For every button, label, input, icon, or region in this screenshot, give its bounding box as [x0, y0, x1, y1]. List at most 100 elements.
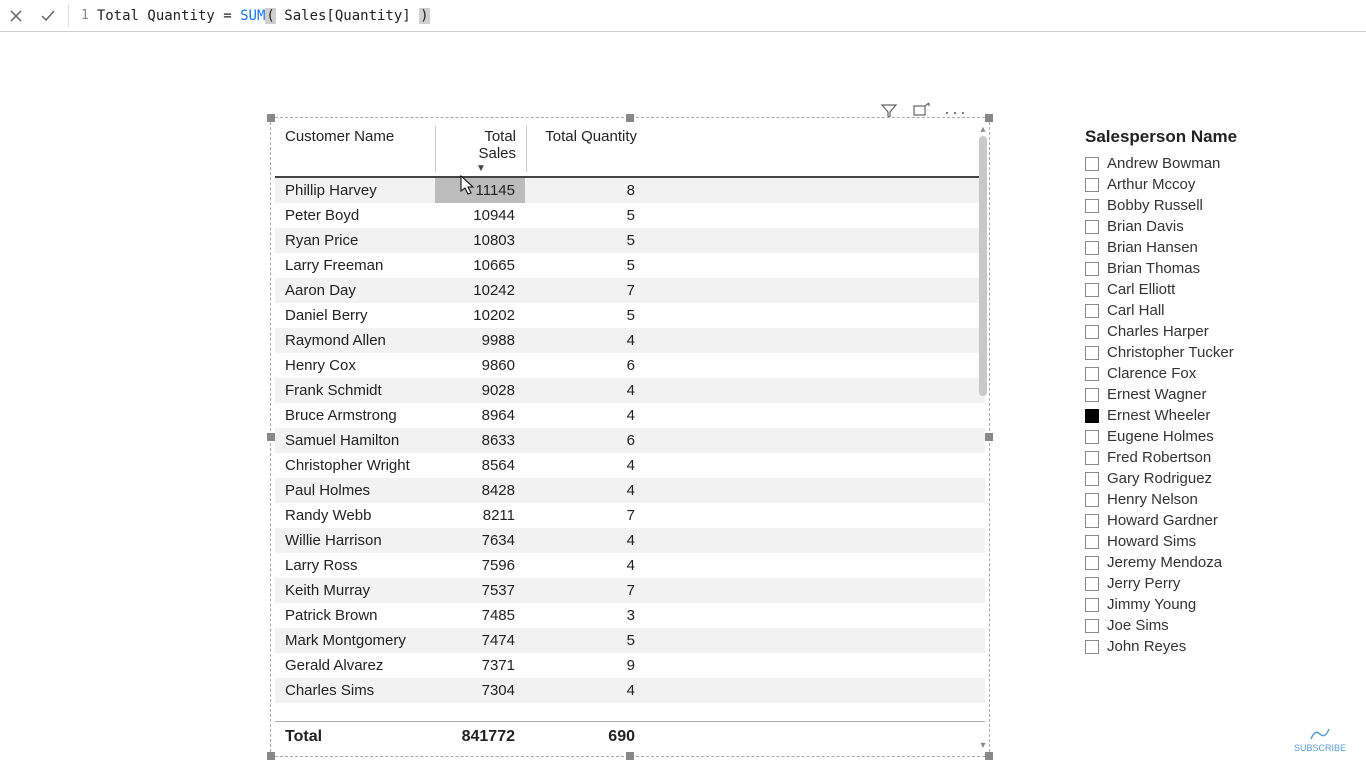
column-header-sales[interactable]: Total Sales ▼: [436, 122, 526, 176]
checkbox[interactable]: [1085, 409, 1099, 423]
formula-input[interactable]: Total Quantity = SUM ( Sales[Quantity] ): [97, 8, 430, 24]
slicer-item[interactable]: Fred Robertson: [1085, 447, 1345, 468]
cell-quantity[interactable]: 5: [525, 203, 645, 228]
commit-formula-button[interactable]: [32, 0, 64, 32]
resize-handle[interactable]: [267, 752, 275, 760]
scroll-down-icon[interactable]: ▾: [977, 738, 989, 752]
cell-sales[interactable]: 7485: [435, 603, 525, 628]
checkbox[interactable]: [1085, 178, 1099, 192]
resize-handle[interactable]: [985, 752, 993, 760]
table-row[interactable]: Patrick Brown74853: [275, 603, 985, 628]
cell-sales[interactable]: 7371: [435, 653, 525, 678]
table-row[interactable]: Larry Freeman106655: [275, 253, 985, 278]
cell-quantity[interactable]: 7: [525, 578, 645, 603]
slicer-item[interactable]: Arthur Mccoy: [1085, 174, 1345, 195]
table-row[interactable]: Raymond Allen99884: [275, 328, 985, 353]
table-row[interactable]: Daniel Berry102025: [275, 303, 985, 328]
cell-quantity[interactable]: 4: [525, 378, 645, 403]
checkbox[interactable]: [1085, 325, 1099, 339]
checkbox[interactable]: [1085, 304, 1099, 318]
cell-quantity[interactable]: 6: [525, 428, 645, 453]
checkbox[interactable]: [1085, 199, 1099, 213]
table-row[interactable]: Bruce Armstrong89644: [275, 403, 985, 428]
cell-customer[interactable]: Larry Ross: [275, 553, 435, 578]
checkbox[interactable]: [1085, 367, 1099, 381]
slicer-item[interactable]: Jimmy Young: [1085, 594, 1345, 615]
resize-handle[interactable]: [267, 433, 275, 441]
cell-customer[interactable]: Randy Webb: [275, 503, 435, 528]
slicer-item[interactable]: Charles Harper: [1085, 321, 1345, 342]
cell-customer[interactable]: Willie Harrison: [275, 528, 435, 553]
cell-sales[interactable]: 10665: [435, 253, 525, 278]
slicer-item[interactable]: Brian Davis: [1085, 216, 1345, 237]
slicer-item[interactable]: Howard Gardner: [1085, 510, 1345, 531]
resize-handle[interactable]: [626, 752, 634, 760]
cell-quantity[interactable]: 4: [525, 453, 645, 478]
cell-sales[interactable]: 8964: [435, 403, 525, 428]
checkbox[interactable]: [1085, 241, 1099, 255]
cell-quantity[interactable]: 8: [525, 178, 645, 203]
cell-quantity[interactable]: 6: [525, 353, 645, 378]
cell-quantity[interactable]: 4: [525, 528, 645, 553]
slicer-item[interactable]: Carl Hall: [1085, 300, 1345, 321]
resize-handle[interactable]: [267, 114, 275, 122]
cell-customer[interactable]: Charles Sims: [275, 678, 435, 703]
slicer-item[interactable]: Eugene Holmes: [1085, 426, 1345, 447]
checkbox[interactable]: [1085, 514, 1099, 528]
slicer-item[interactable]: Gary Rodriguez: [1085, 468, 1345, 489]
table-row[interactable]: Samuel Hamilton86336: [275, 428, 985, 453]
checkbox[interactable]: [1085, 262, 1099, 276]
table-body[interactable]: Phillip Harvey111458Peter Boyd109445Ryan…: [275, 178, 985, 721]
cell-sales[interactable]: 11145: [435, 178, 525, 203]
cell-quantity[interactable]: 4: [525, 478, 645, 503]
column-header-customer[interactable]: Customer Name: [275, 122, 435, 176]
table-row[interactable]: Frank Schmidt90284: [275, 378, 985, 403]
slicer-item[interactable]: Bobby Russell: [1085, 195, 1345, 216]
table-row[interactable]: Phillip Harvey111458: [275, 178, 985, 203]
cell-sales[interactable]: 7537: [435, 578, 525, 603]
checkbox[interactable]: [1085, 472, 1099, 486]
table-row[interactable]: Christopher Wright85644: [275, 453, 985, 478]
cell-customer[interactable]: Paul Holmes: [275, 478, 435, 503]
report-canvas[interactable]: ··· Customer Name Total Sales ▼ Total Qu…: [0, 32, 1366, 768]
cell-quantity[interactable]: 5: [525, 303, 645, 328]
checkbox[interactable]: [1085, 577, 1099, 591]
scroll-thumb[interactable]: [979, 136, 987, 396]
cancel-formula-button[interactable]: [0, 0, 32, 32]
table-row[interactable]: Aaron Day102427: [275, 278, 985, 303]
slicer-item[interactable]: Brian Thomas: [1085, 258, 1345, 279]
table-row[interactable]: Charles Sims73044: [275, 678, 985, 703]
cell-customer[interactable]: Samuel Hamilton: [275, 428, 435, 453]
cell-quantity[interactable]: 5: [525, 228, 645, 253]
slicer-item[interactable]: Brian Hansen: [1085, 237, 1345, 258]
cell-customer[interactable]: Larry Freeman: [275, 253, 435, 278]
table-row[interactable]: Gerald Alvarez73719: [275, 653, 985, 678]
table-row[interactable]: Ryan Price108035: [275, 228, 985, 253]
checkbox[interactable]: [1085, 535, 1099, 549]
cell-customer[interactable]: Ryan Price: [275, 228, 435, 253]
slicer-item[interactable]: Howard Sims: [1085, 531, 1345, 552]
cell-customer[interactable]: Daniel Berry: [275, 303, 435, 328]
cell-sales[interactable]: 10803: [435, 228, 525, 253]
cell-sales[interactable]: 7304: [435, 678, 525, 703]
checkbox[interactable]: [1085, 556, 1099, 570]
checkbox[interactable]: [1085, 619, 1099, 633]
cell-quantity[interactable]: 9: [525, 653, 645, 678]
cell-sales[interactable]: 10202: [435, 303, 525, 328]
cell-quantity[interactable]: 7: [525, 503, 645, 528]
cell-sales[interactable]: 10242: [435, 278, 525, 303]
resize-handle[interactable]: [985, 114, 993, 122]
cell-quantity[interactable]: 3: [525, 603, 645, 628]
column-header-quantity[interactable]: Total Quantity: [527, 122, 647, 176]
table-row[interactable]: Paul Holmes84284: [275, 478, 985, 503]
table-row[interactable]: Randy Webb82117: [275, 503, 985, 528]
cell-sales[interactable]: 8564: [435, 453, 525, 478]
cell-customer[interactable]: Mark Montgomery: [275, 628, 435, 653]
resize-handle[interactable]: [626, 114, 634, 122]
cell-customer[interactable]: Bruce Armstrong: [275, 403, 435, 428]
checkbox[interactable]: [1085, 388, 1099, 402]
checkbox[interactable]: [1085, 493, 1099, 507]
cell-sales[interactable]: 10944: [435, 203, 525, 228]
table-row[interactable]: Larry Ross75964: [275, 553, 985, 578]
cell-customer[interactable]: Aaron Day: [275, 278, 435, 303]
